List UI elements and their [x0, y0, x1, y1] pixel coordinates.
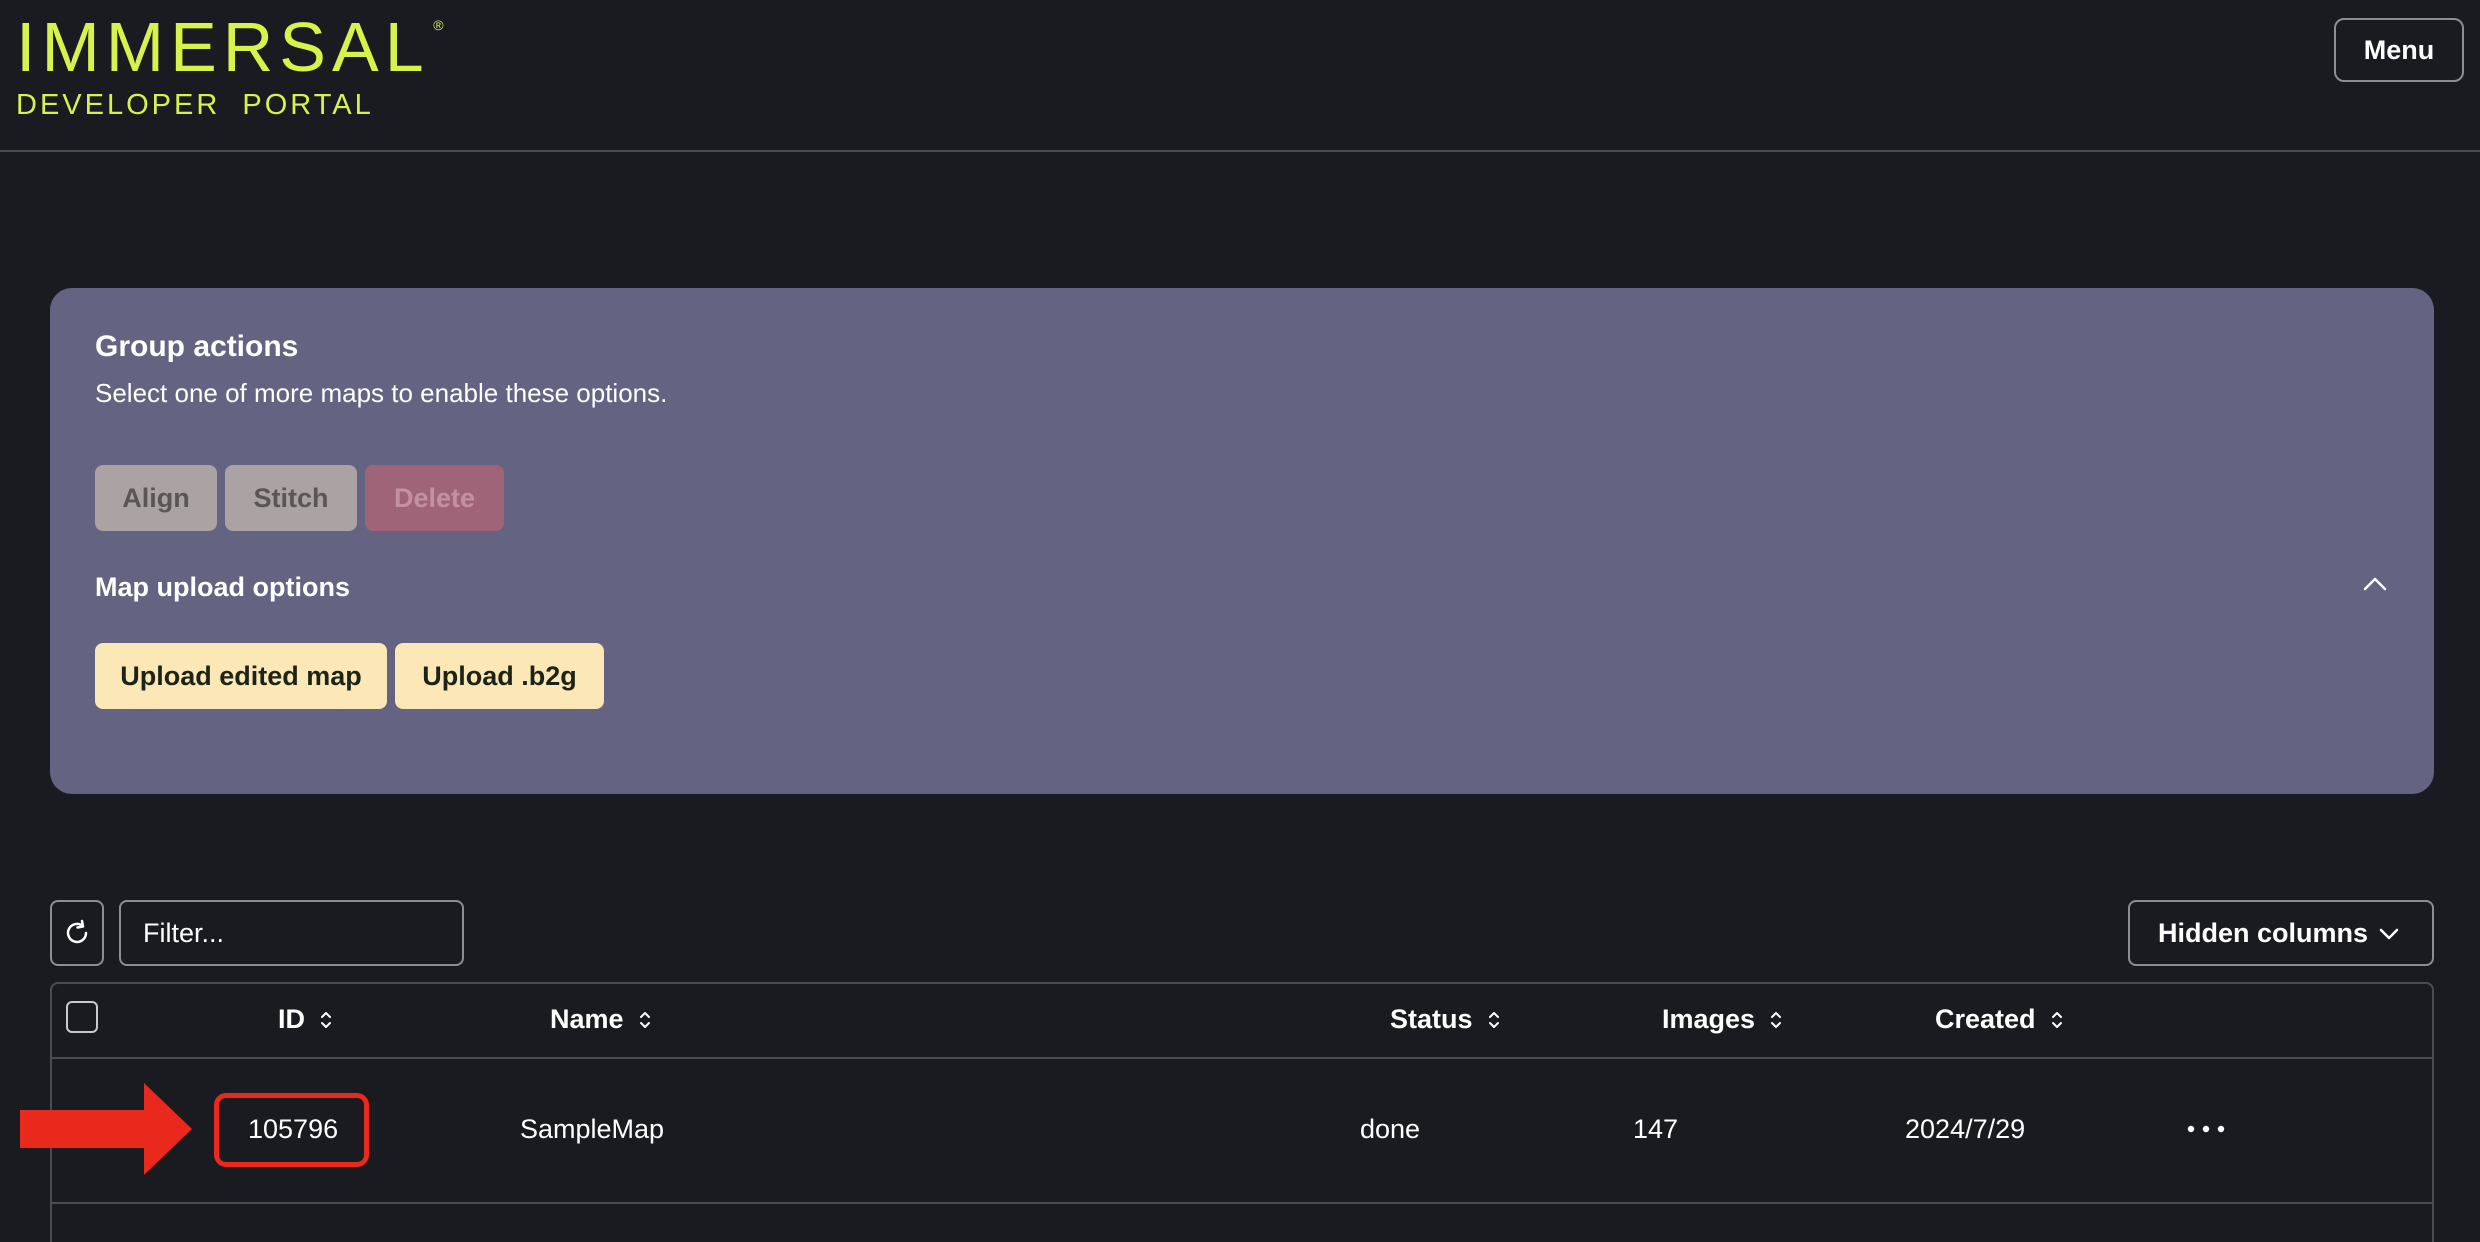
hidden-columns-label: Hidden columns [2158, 917, 2369, 948]
sort-icon [1771, 1011, 1782, 1028]
column-header-label: Created [1935, 1004, 2036, 1034]
map-images-cell: 147 [1633, 1114, 1679, 1144]
more-icon[interactable]: ... [2184, 1117, 2228, 1137]
column-header-id[interactable]: ID [278, 1004, 333, 1035]
select-all-checkbox[interactable] [66, 1001, 98, 1033]
hidden-columns-button[interactable]: Hidden columns [2128, 900, 2434, 966]
registered-mark: ® [433, 17, 444, 33]
column-header-label: Name [550, 1004, 624, 1034]
group-actions-title: Group actions [95, 330, 299, 363]
group-actions-subtitle: Select one of more maps to enable these … [95, 378, 668, 408]
chevron-up-icon[interactable] [2362, 574, 2388, 594]
page: IMMERSAL ® DEVELOPER PORTAL Menu Group a… [0, 0, 2480, 1242]
logo-wordmark: IMMERSAL ® [16, 12, 444, 82]
column-header-images[interactable]: Images [1662, 1004, 1783, 1035]
map-created-cell: 2024/7/29 [1905, 1114, 2026, 1144]
column-header-status[interactable]: Status [1390, 1004, 1501, 1035]
arrow-right-icon [20, 1083, 192, 1175]
menu-button[interactable]: Menu [2334, 18, 2464, 82]
sort-icon [639, 1011, 650, 1028]
logo-wordmark-text: IMMERSAL [16, 8, 430, 86]
maps-table: ID Name Status Images Created 105796 Sam… [50, 982, 2434, 1242]
refresh-icon [66, 919, 88, 944]
sort-icon [321, 1011, 331, 1028]
column-header-name[interactable]: Name [550, 1004, 652, 1035]
immersal-logo[interactable]: IMMERSAL ® DEVELOPER PORTAL [16, 12, 444, 122]
refresh-button[interactable] [50, 900, 104, 966]
logo-subtitle: DEVELOPER PORTAL [16, 89, 374, 121]
map-upload-options-title: Map upload options [95, 572, 350, 602]
id-highlight-box [214, 1093, 369, 1167]
map-name-cell[interactable]: SampleMap [520, 1114, 664, 1145]
column-header-created[interactable]: Created [1935, 1004, 2064, 1035]
upload-b2g-button[interactable]: Upload .b2g [395, 643, 604, 709]
upload-edited-map-button[interactable]: Upload edited map [95, 643, 387, 709]
sort-icon [1488, 1011, 1499, 1028]
delete-button[interactable]: Delete [365, 465, 504, 531]
header: IMMERSAL ® DEVELOPER PORTAL Menu [0, 0, 2480, 152]
map-status-cell: done [1360, 1114, 1421, 1144]
column-header-label: ID [278, 1004, 305, 1034]
align-button[interactable]: Align [95, 465, 217, 531]
table-header: ID Name Status Images Created [52, 984, 2432, 1059]
stitch-button[interactable]: Stitch [225, 465, 357, 531]
sort-icon [2051, 1011, 2062, 1028]
group-actions-panel: Group actions Select one of more maps to… [50, 288, 2434, 794]
chevron-down-icon [2379, 928, 2399, 940]
table-row[interactable]: 105796 SampleMap done 147 2024/7/29 ... [52, 1059, 2432, 1204]
filter-input[interactable] [119, 900, 464, 966]
column-header-label: Images [1662, 1004, 1756, 1034]
column-header-label: Status [1390, 1004, 1473, 1034]
